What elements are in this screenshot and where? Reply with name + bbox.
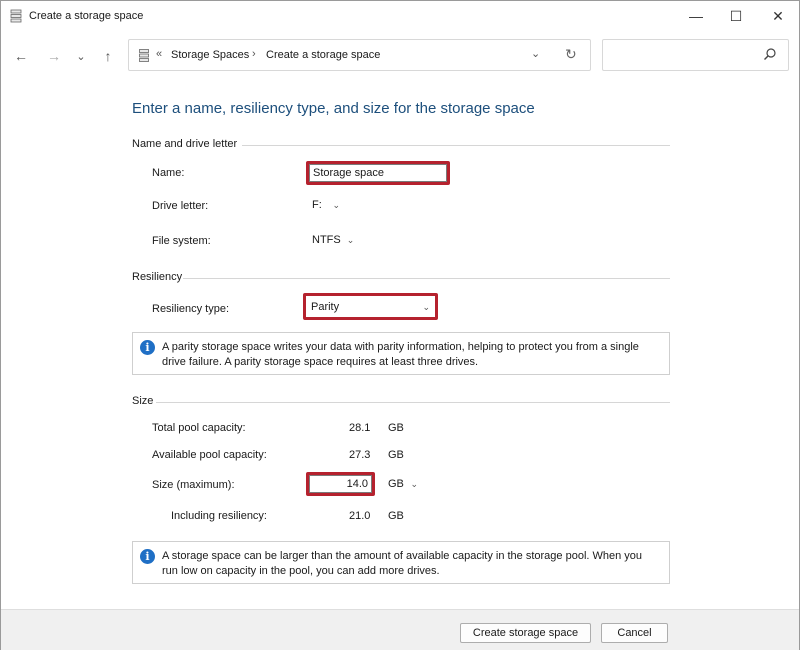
total-capacity-unit: GB	[388, 422, 404, 434]
close-button[interactable]: ✕	[759, 1, 797, 31]
chevron-down-icon: ⌄	[410, 478, 418, 489]
breadcrumb-storage-spaces[interactable]: Storage Spaces	[171, 49, 249, 61]
overflow-chevron-icon[interactable]: «	[156, 48, 162, 60]
including-resiliency-label: Including resiliency:	[171, 510, 267, 522]
chevron-down-icon: ⌄	[332, 199, 340, 210]
cancel-button[interactable]: Cancel	[601, 623, 668, 643]
resiliency-highlight-box	[303, 293, 438, 320]
chevron-down-icon: ⌄	[346, 234, 355, 245]
file-system-label: File system:	[152, 235, 211, 247]
maximize-button[interactable]: ☐	[717, 1, 755, 31]
capacity-info-text: A storage space can be larger than the a…	[162, 550, 643, 577]
resiliency-type-label: Resiliency type:	[152, 303, 230, 315]
file-system-value: NTFS	[312, 234, 341, 246]
size-unit-value: GB	[388, 478, 404, 490]
minimize-button[interactable]: —	[677, 1, 715, 31]
drive-letter-select[interactable]: F: ⌄	[308, 195, 344, 215]
address-dropdown-icon[interactable]: ⌄	[531, 47, 540, 60]
parity-info-text: A parity storage space writes your data …	[162, 341, 639, 368]
drive-letter-label: Drive letter:	[152, 200, 209, 212]
recent-locations-chevron-icon[interactable]: ⌄	[70, 45, 92, 67]
search-icon	[764, 48, 776, 60]
size-unit-select[interactable]: GB ⌄	[384, 474, 422, 494]
forward-arrow-icon[interactable]: →	[43, 45, 65, 67]
breadcrumb-separator-icon[interactable]: ›	[252, 48, 256, 60]
breadcrumb-create-storage-space[interactable]: Create a storage space	[266, 49, 380, 61]
name-highlight-box	[306, 161, 450, 185]
section-divider	[156, 402, 670, 403]
section-divider	[242, 145, 670, 146]
capacity-info-box: i A storage space can be larger than the…	[132, 541, 670, 584]
including-resiliency-value: 21.0	[349, 510, 371, 522]
address-bar[interactable]: « Storage Spaces › Create a storage spac…	[128, 39, 591, 71]
section-divider	[183, 278, 670, 279]
file-system-select[interactable]: NTFS ⌄	[308, 230, 356, 250]
name-label: Name:	[152, 167, 185, 179]
section-title-size: Size	[132, 395, 154, 407]
available-capacity-unit: GB	[388, 449, 404, 461]
drive-letter-value: F:	[312, 199, 322, 211]
total-capacity-label: Total pool capacity:	[152, 422, 246, 434]
dialog-footer: Create storage space Cancel	[1, 609, 799, 650]
info-icon: i	[140, 549, 155, 564]
total-capacity-value: 28.1	[349, 422, 371, 434]
info-icon: i	[140, 340, 155, 355]
window-title: Create a storage space	[29, 10, 144, 22]
search-input[interactable]	[602, 39, 789, 71]
page-heading: Enter a name, resiliency type, and size …	[132, 100, 535, 117]
title-bar: Create a storage space — ☐ ✕	[1, 1, 799, 31]
section-title-resiliency: Resiliency	[132, 271, 183, 283]
available-capacity-value: 27.3	[349, 449, 371, 461]
create-storage-space-button[interactable]: Create storage space	[460, 623, 591, 643]
size-highlight-box	[306, 472, 375, 496]
available-capacity-label: Available pool capacity:	[152, 449, 267, 461]
parity-info-box: i A parity storage space writes your dat…	[132, 332, 670, 375]
main-content: Enter a name, resiliency type, and size …	[1, 79, 799, 609]
back-arrow-icon[interactable]: ←	[10, 45, 32, 67]
storage-icon	[139, 49, 149, 62]
section-title-name: Name and drive letter	[132, 138, 238, 150]
dialog-window: Create a storage space — ☐ ✕ ← → ⌄ ↑ « S…	[0, 0, 800, 650]
size-maximum-label: Size (maximum):	[152, 479, 235, 491]
refresh-icon[interactable]: ↻	[565, 46, 577, 63]
including-resiliency-unit: GB	[388, 510, 404, 522]
storage-icon	[10, 9, 22, 23]
up-arrow-icon[interactable]: ↑	[97, 45, 119, 67]
